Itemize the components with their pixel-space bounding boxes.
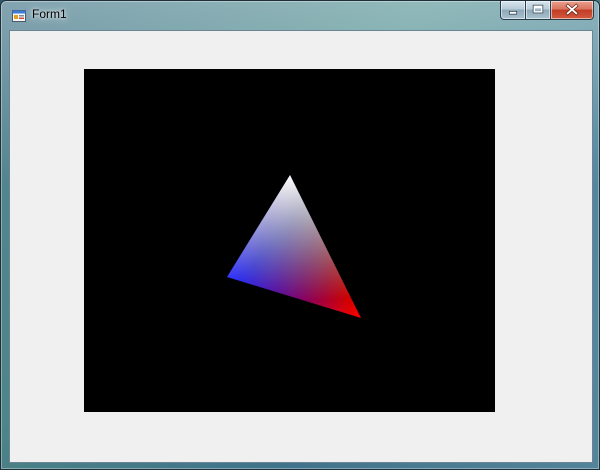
form-client-area (9, 30, 593, 463)
gradient-triangle (227, 175, 361, 318)
render-surface (227, 175, 361, 318)
maximize-button[interactable] (526, 1, 551, 20)
title-bar[interactable]: Form1 (1, 1, 600, 29)
close-icon (565, 3, 579, 16)
caption-buttons (500, 1, 594, 21)
app-icon[interactable] (12, 8, 26, 22)
app-window: Form1 (0, 0, 600, 470)
minimize-button[interactable] (500, 1, 526, 20)
maximize-icon (532, 4, 544, 14)
window-title: Form1 (32, 7, 67, 21)
close-button[interactable] (551, 1, 594, 20)
minimize-icon (508, 11, 518, 15)
render-panel[interactable] (84, 69, 495, 412)
